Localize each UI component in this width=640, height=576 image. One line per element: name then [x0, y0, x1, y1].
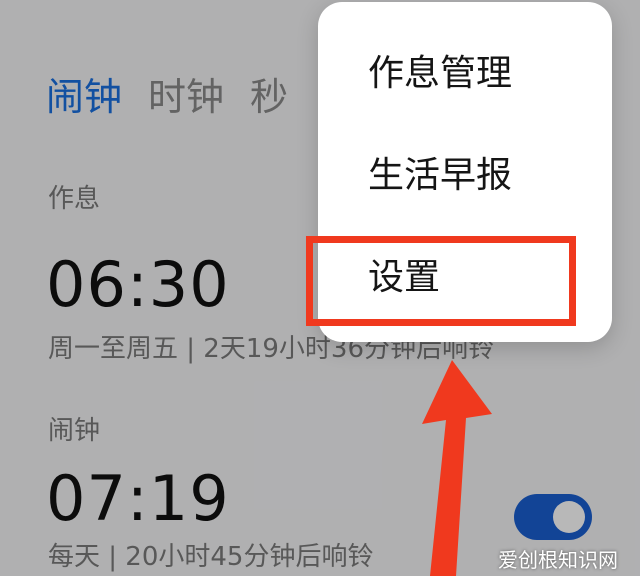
- menu-item-morning-report[interactable]: 生活早报: [368, 154, 512, 198]
- highlight-box: [306, 236, 576, 326]
- menu-item-schedule[interactable]: 作息管理: [368, 52, 512, 96]
- watermark: 爱创根知识网: [498, 548, 618, 572]
- pointer-arrow-icon: [422, 360, 492, 576]
